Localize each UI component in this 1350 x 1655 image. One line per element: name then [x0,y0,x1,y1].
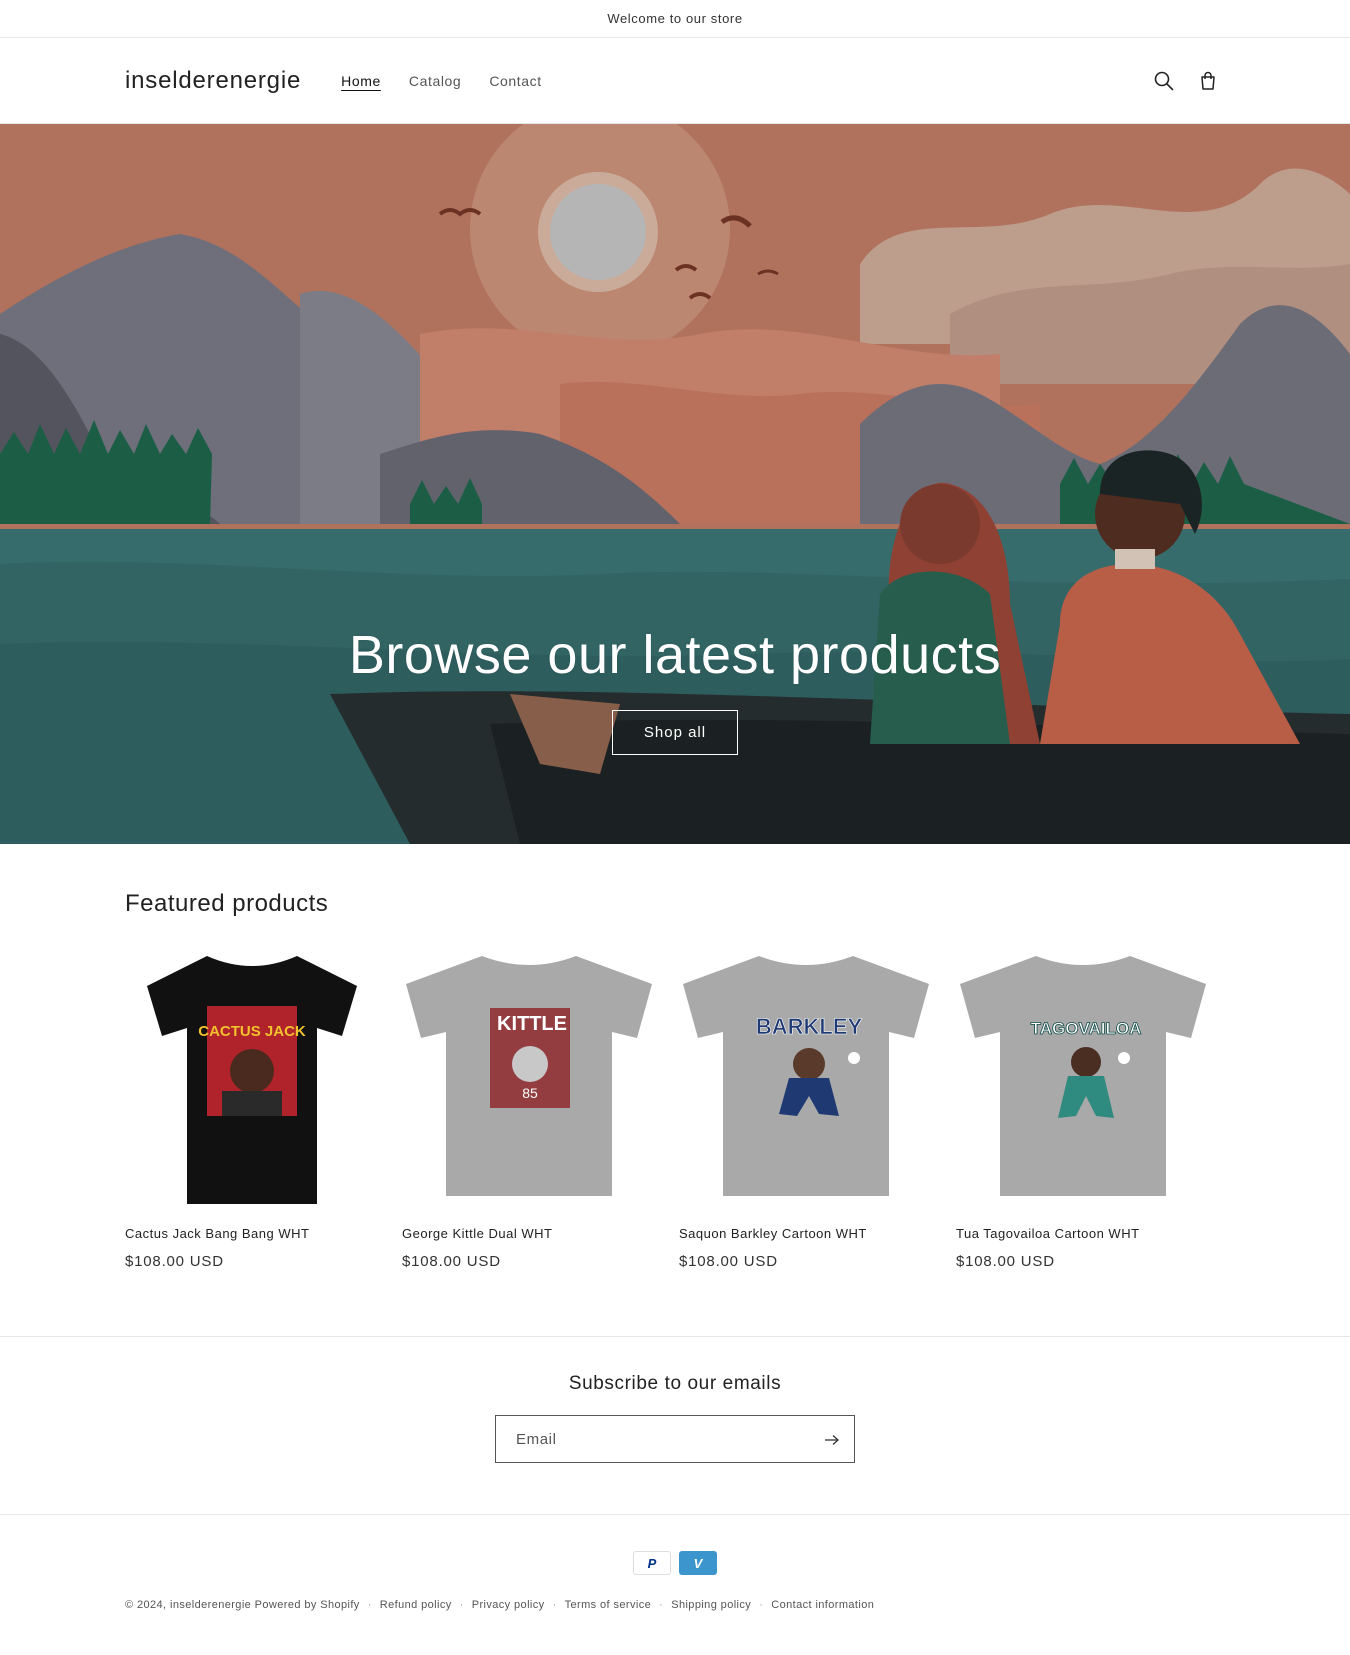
print-text: CACTUS JACK [198,1023,306,1040]
featured-heading: Featured products [125,890,329,917]
footer-bottom: © 2024, inselderenergie Powered by Shopi… [125,1599,875,1611]
product-image[interactable]: KITTLE 85 [402,946,656,1208]
product-price: $108.00 USD [402,1253,501,1270]
product-grid: CACTUS JACK Cactus Jack Bang Bang WHT $1… [125,946,1225,1270]
store-logo[interactable]: inselderenergie [125,67,301,95]
product-price: $108.00 USD [956,1253,1055,1270]
powered-by-link[interactable]: Powered by Shopify [255,1599,360,1611]
nav-home[interactable]: Home [329,65,393,97]
email-field[interactable] [516,1430,806,1448]
cart-icon [1201,71,1215,90]
copyright-text: © 2024, [125,1599,167,1611]
arrow-right-icon [825,1435,839,1445]
refund-policy-link[interactable]: Refund policy [380,1599,452,1611]
product-title[interactable]: George Kittle Dual WHT [402,1226,656,1241]
terms-of-service-link[interactable]: Terms of service [565,1599,651,1611]
venmo-icon: V [679,1551,717,1575]
shop-all-button[interactable]: Shop all [611,710,739,755]
product-price: $108.00 USD [679,1253,778,1270]
product-title[interactable]: Cactus Jack Bang Bang WHT [125,1226,379,1241]
hero-title: Browse our latest products [348,625,1002,685]
svg-text:85: 85 [522,1085,538,1101]
search-icon [1154,71,1174,90]
product-card[interactable]: TAGOVAILOA Tua Tagovailoa Cartoon WHT $1… [956,946,1210,1270]
product-image[interactable]: BARKLEY [679,946,933,1208]
print-text: KITTLE [497,1013,567,1035]
print-text: BARKLEY [756,1014,863,1039]
email-field-wrapper [495,1415,855,1463]
privacy-policy-link[interactable]: Privacy policy [472,1599,545,1611]
cart-button[interactable] [1191,64,1225,98]
shipping-policy-link[interactable]: Shipping policy [671,1599,751,1611]
payment-icons: P V [125,1551,1225,1575]
announcement-text: Welcome to our store [607,11,743,26]
hero-content: Browse our latest products Shop all [0,624,1350,755]
site-footer: P V © 2024, inselderenergie Powered by S… [0,1515,1350,1611]
newsletter-heading: Subscribe to our emails [568,1373,782,1394]
contact-information-link[interactable]: Contact information [771,1599,874,1611]
product-image[interactable]: CACTUS JACK [125,946,379,1208]
product-card[interactable]: KITTLE 85 George Kittle Dual WHT $108.00… [402,946,656,1270]
product-title[interactable]: Tua Tagovailoa Cartoon WHT [956,1226,1210,1241]
subscribe-button[interactable] [820,1428,844,1452]
paypal-icon: P [633,1551,671,1575]
print-text: TAGOVAILOA [1031,1019,1142,1038]
main-nav: Home Catalog Contact [329,65,554,97]
hero-banner: Browse our latest products Shop all [0,124,1350,844]
product-price: $108.00 USD [125,1253,224,1270]
search-button[interactable] [1147,64,1181,98]
nav-contact[interactable]: Contact [477,65,553,97]
product-card[interactable]: BARKLEY Saquon Barkley Cartoon WHT $108.… [679,946,933,1270]
site-header: inselderenergie Home Catalog Contact [0,38,1350,124]
store-name-link[interactable]: inselderenergie [170,1599,251,1611]
nav-catalog[interactable]: Catalog [397,65,473,97]
product-card[interactable]: CACTUS JACK Cactus Jack Bang Bang WHT $1… [125,946,379,1270]
featured-products: Featured products CACTUS JACK Cactus Jac… [0,844,1350,1337]
announcement-bar: Welcome to our store [0,0,1350,38]
product-title[interactable]: Saquon Barkley Cartoon WHT [679,1226,933,1241]
product-image[interactable]: TAGOVAILOA [956,946,1210,1208]
newsletter-section: Subscribe to our emails [0,1337,1350,1515]
